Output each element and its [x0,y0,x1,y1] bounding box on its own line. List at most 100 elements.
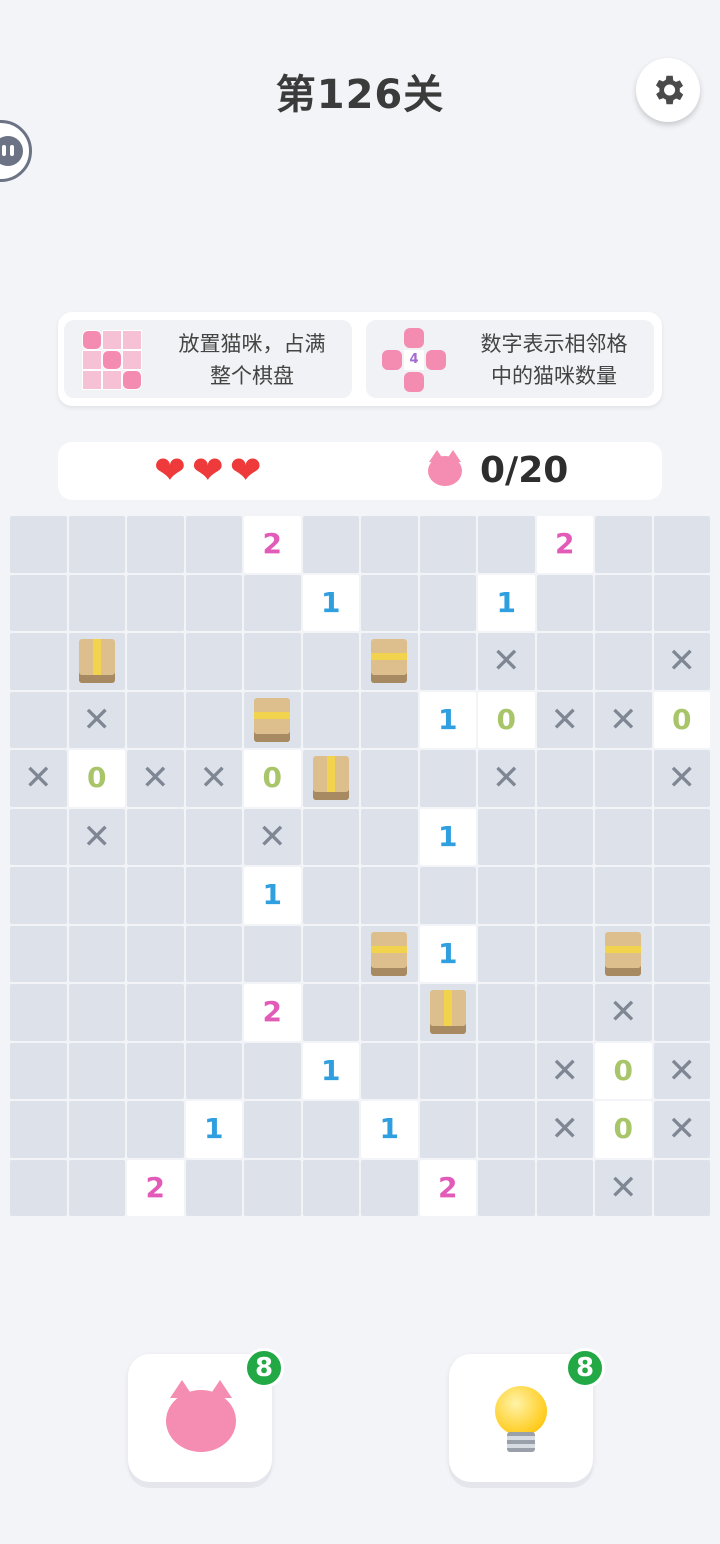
board-cell[interactable] [10,691,67,748]
board-cell[interactable] [302,633,359,690]
board-cell[interactable]: 1 [419,925,476,982]
board-cell[interactable] [127,1101,184,1158]
board-cell[interactable] [653,1159,710,1216]
board-cell[interactable] [302,691,359,748]
board-cell[interactable] [595,867,652,924]
board-cell[interactable] [185,574,242,631]
board-cell[interactable] [68,1042,125,1099]
board-cell[interactable] [185,984,242,1041]
board-cell[interactable] [244,574,301,631]
board-cell[interactable] [10,1159,67,1216]
board-cell[interactable]: ✕ [653,1042,710,1099]
board-cell[interactable]: 0 [653,691,710,748]
board-cell[interactable] [10,867,67,924]
board-cell[interactable] [419,1101,476,1158]
board-cell[interactable]: 1 [361,1101,418,1158]
board-cell[interactable] [478,516,535,573]
board-cell[interactable] [10,516,67,573]
board-cell[interactable] [361,633,418,690]
board-cell[interactable] [653,867,710,924]
board-cell[interactable] [536,750,593,807]
board-cell[interactable] [595,750,652,807]
board-cell[interactable]: 0 [478,691,535,748]
board-cell[interactable] [595,925,652,982]
board-cell[interactable] [127,808,184,865]
board-cell[interactable] [127,1042,184,1099]
board-cell[interactable] [361,691,418,748]
board-cell[interactable]: ✕ [68,808,125,865]
board-cell[interactable]: ✕ [244,808,301,865]
board-cell[interactable] [127,516,184,573]
board-cell[interactable] [653,984,710,1041]
board-cell[interactable]: ✕ [536,1101,593,1158]
board-cell[interactable] [127,691,184,748]
board-cell[interactable] [478,925,535,982]
board-cell[interactable] [361,1159,418,1216]
board-cell[interactable] [244,1042,301,1099]
board-cell[interactable] [595,808,652,865]
board-cell[interactable]: 0 [595,1101,652,1158]
board-cell[interactable] [68,984,125,1041]
board-cell[interactable] [419,984,476,1041]
board-cell[interactable] [244,1101,301,1158]
board-cell[interactable] [10,984,67,1041]
board-cell[interactable] [536,808,593,865]
board-cell[interactable] [185,867,242,924]
board-cell[interactable] [185,633,242,690]
board-cell[interactable]: ✕ [127,750,184,807]
board-cell[interactable] [478,1101,535,1158]
board-cell[interactable] [68,1159,125,1216]
board-cell[interactable] [478,984,535,1041]
board-cell[interactable] [536,984,593,1041]
board-cell[interactable] [419,516,476,573]
board-cell[interactable] [10,808,67,865]
board-cell[interactable] [478,1042,535,1099]
board-cell[interactable] [361,984,418,1041]
board-cell[interactable] [127,574,184,631]
board-cell[interactable] [10,925,67,982]
board-cell[interactable]: 1 [244,867,301,924]
floating-assistant-button[interactable] [0,120,32,182]
board-cell[interactable] [244,633,301,690]
board-cell[interactable]: ✕ [536,691,593,748]
board-cell[interactable]: ✕ [478,633,535,690]
board-cell[interactable] [478,867,535,924]
board-cell[interactable]: 0 [244,750,301,807]
board-cell[interactable] [244,925,301,982]
board-cell[interactable]: 1 [302,1042,359,1099]
board-cell[interactable] [185,1042,242,1099]
board-cell[interactable] [244,691,301,748]
board-cell[interactable]: 2 [419,1159,476,1216]
board-cell[interactable]: ✕ [185,750,242,807]
board-cell[interactable] [361,867,418,924]
board-cell[interactable] [536,633,593,690]
board-cell[interactable]: 2 [127,1159,184,1216]
board-cell[interactable] [653,574,710,631]
board-cell[interactable] [653,925,710,982]
board-cell[interactable] [68,1101,125,1158]
board-cell[interactable]: 2 [244,516,301,573]
board-cell[interactable]: 0 [68,750,125,807]
board-cell[interactable]: ✕ [68,691,125,748]
board-cell[interactable] [185,516,242,573]
board-cell[interactable]: ✕ [653,633,710,690]
board-cell[interactable]: 1 [185,1101,242,1158]
board-cell[interactable] [127,867,184,924]
board-cell[interactable] [10,1042,67,1099]
board-cell[interactable] [419,750,476,807]
hint-tool-button[interactable]: 8 [449,1348,605,1482]
board-cell[interactable] [68,867,125,924]
place-cat-tool-button[interactable]: 8 [128,1348,284,1482]
board-cell[interactable] [302,516,359,573]
board-cell[interactable] [653,516,710,573]
board-cell[interactable] [478,1159,535,1216]
board-cell[interactable] [595,516,652,573]
board-cell[interactable] [536,925,593,982]
board-cell[interactable]: ✕ [653,750,710,807]
board-cell[interactable] [68,633,125,690]
board-cell[interactable] [536,867,593,924]
board-cell[interactable] [10,1101,67,1158]
board-cell[interactable]: 0 [595,1042,652,1099]
board-cell[interactable]: ✕ [10,750,67,807]
board-cell[interactable] [10,574,67,631]
